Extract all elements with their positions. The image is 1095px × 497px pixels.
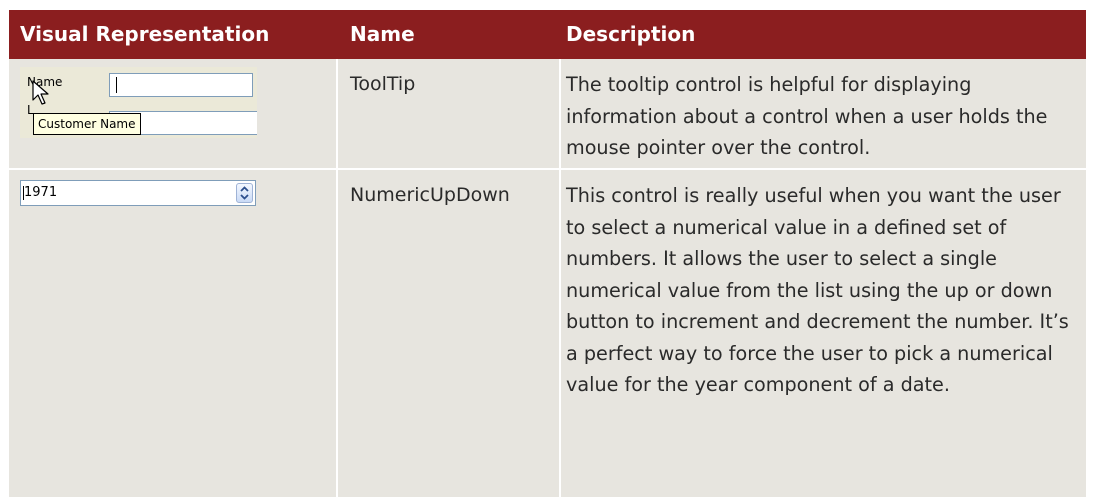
- header-name: Name: [350, 22, 415, 46]
- table-row-numericupdown: 1971 NumericUpDown This control is reall…: [9, 170, 1086, 497]
- control-description: The tooltip control is helpful for displ…: [566, 73, 1048, 159]
- control-name: NumericUpDown: [350, 184, 510, 206]
- numeric-updown-control[interactable]: 1971: [20, 180, 256, 206]
- mouse-pointer-icon: [32, 80, 49, 105]
- text-caret: [116, 77, 117, 93]
- tooltip-popup: Customer Name: [33, 113, 141, 135]
- numeric-value: 1971: [22, 181, 57, 205]
- header-visual-representation: Visual Representation: [20, 22, 270, 46]
- control-description: This control is really useful when you w…: [566, 184, 1069, 396]
- spin-down-icon[interactable]: [237, 184, 252, 202]
- table-header: Visual Representation Name Description: [9, 10, 1086, 59]
- controls-table: Visual Representation Name Description N…: [9, 10, 1086, 497]
- table-row-tooltip: Name L Customer Name ToolTip The tooltip…: [9, 59, 1086, 168]
- name-textbox[interactable]: [109, 73, 253, 97]
- tooltip-visual: Name L Customer Name: [20, 67, 257, 138]
- spin-buttons[interactable]: [236, 183, 253, 203]
- control-name: ToolTip: [350, 73, 416, 95]
- header-description: Description: [566, 22, 696, 46]
